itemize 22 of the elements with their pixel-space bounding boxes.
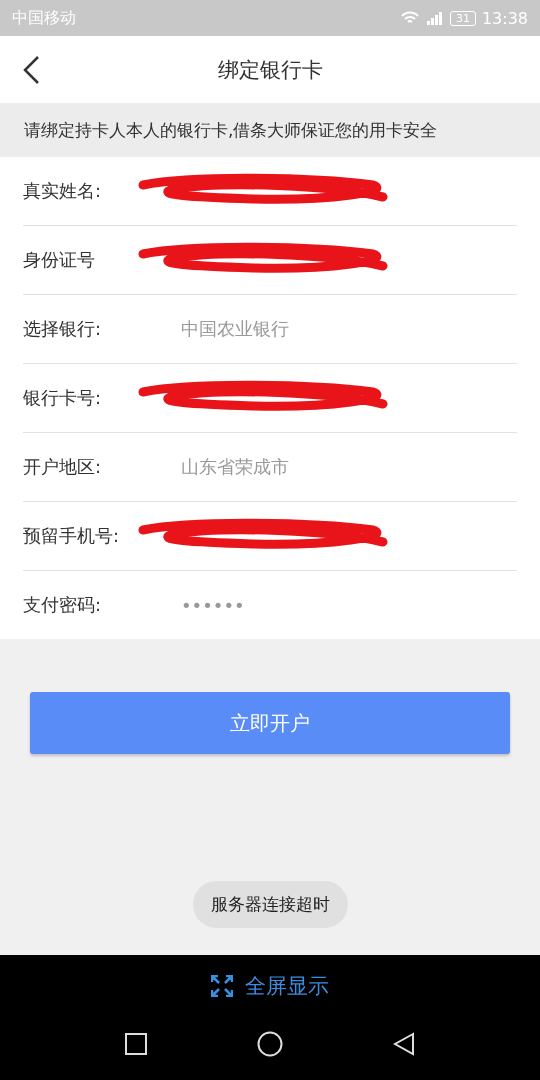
wifi-icon <box>399 10 420 26</box>
field-label: 支付密码: <box>23 593 103 617</box>
toast-message: 服务器连接超时 <box>192 881 348 928</box>
submit-button[interactable]: 立即开户 <box>30 692 510 754</box>
field-value[interactable]: 中国农业银行 <box>181 317 289 341</box>
field-label: 银行卡号: <box>23 386 103 410</box>
field-value[interactable]: 山东省荣成市 <box>181 455 289 479</box>
page-title: 绑定银行卡 <box>217 56 323 84</box>
back-triangle-icon[interactable] <box>393 1032 415 1056</box>
back-icon[interactable] <box>22 55 40 85</box>
field-label: 开户地区: <box>23 455 103 479</box>
recents-icon[interactable] <box>125 1033 147 1055</box>
expand-icon <box>211 975 233 997</box>
field-label: 选择银行: <box>23 317 103 341</box>
field-label: 身份证号 <box>23 248 96 272</box>
field-label: 预留手机号: <box>23 524 121 548</box>
field-label: 真实姓名: <box>23 179 103 203</box>
field-value[interactable]: •••••• <box>181 594 245 616</box>
notice-text: 请绑定持卡人本人的银行卡,借条大师保证您的用卡安全 <box>0 103 540 157</box>
home-icon[interactable] <box>257 1031 283 1057</box>
fullscreen-button[interactable]: 全屏显示 <box>205 971 335 1001</box>
signal-icon <box>425 10 444 26</box>
